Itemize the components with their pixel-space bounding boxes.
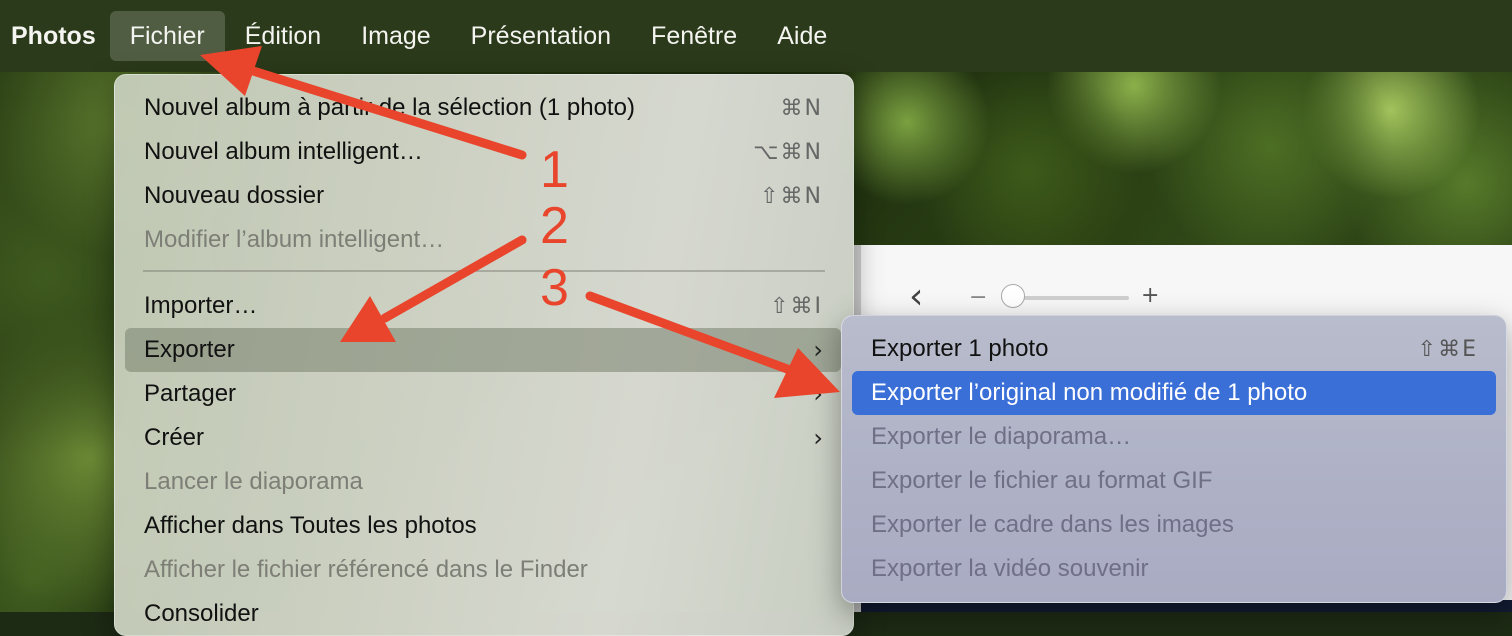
exporter-submenu: Exporter 1 photo ⇧⌘E Exporter l’original… [841,315,1507,603]
menu-presentation[interactable]: Présentation [451,11,631,61]
menu-item-partager[interactable]: Partager › [125,372,841,416]
menu-item-label: Lancer le diaporama [144,468,363,495]
menu-item-label: Exporter [144,336,235,363]
menu-app-photos[interactable]: Photos [0,11,110,61]
zoom-slider-thumb[interactable] [1001,284,1025,308]
menu-item-lancer-diaporama: Lancer le diaporama [125,460,841,504]
menu-item-nouveau-dossier[interactable]: Nouveau dossier ⇧⌘N [125,174,841,218]
shortcut-text: ⇧⌘E [1417,336,1478,362]
menu-item-consolider[interactable]: Consolider [125,592,841,636]
fichier-menu: Nouvel album à partir de la sélection (1… [114,74,854,636]
menu-bar: Photos Fichier Édition Image Présentatio… [0,0,1512,72]
submenu-item-exporter-video-souvenir: Exporter la vidéo souvenir [852,547,1496,591]
submenu-item-exporter-original[interactable]: Exporter l’original non modifié de 1 pho… [852,371,1496,415]
menu-item-label: Exporter l’original non modifié de 1 pho… [871,379,1308,406]
zoom-out-icon[interactable]: − [969,285,987,310]
menu-item-label: Modifier l’album intelligent… [144,226,445,253]
menu-item-label: Afficher le fichier référencé dans le Fi… [144,556,588,583]
menu-item-modifier-album-intelligent: Modifier l’album intelligent… [125,218,841,262]
submenu-item-exporter-photo[interactable]: Exporter 1 photo ⇧⌘E [852,327,1496,371]
menu-item-label: Exporter le fichier au format GIF [871,467,1213,494]
submenu-item-exporter-diaporama: Exporter le diaporama… [852,415,1496,459]
menu-fenetre[interactable]: Fenêtre [631,11,757,61]
menu-image[interactable]: Image [341,11,450,61]
menu-item-nouvel-album-selection[interactable]: Nouvel album à partir de la sélection (1… [125,86,841,130]
back-chevron-icon[interactable]: ‹ [909,279,923,315]
menu-item-label: Nouvel album à partir de la sélection (1… [144,94,635,121]
chevron-right-icon: › [813,336,823,364]
submenu-item-exporter-cadre: Exporter le cadre dans les images [852,503,1496,547]
annotation-number-3: 3 [540,259,569,317]
menu-item-label: Partager [144,380,237,407]
menu-item-nouvel-album-intelligent[interactable]: Nouvel album intelligent… ⌥⌘N [125,130,841,174]
menu-item-label: Nouveau dossier [144,182,325,209]
zoom-in-icon[interactable]: + [1141,283,1159,308]
menu-edition[interactable]: Édition [225,11,341,61]
menu-item-creer[interactable]: Créer › [125,416,841,460]
annotation-number-1: 1 [540,141,569,199]
menu-item-label: Consolider [144,600,259,627]
chevron-right-icon: › [813,380,823,408]
menu-fichier[interactable]: Fichier [109,11,225,61]
menu-item-label: Créer [144,424,205,451]
submenu-item-exporter-gif: Exporter le fichier au format GIF [852,459,1496,503]
menu-item-label: Exporter la vidéo souvenir [871,555,1149,582]
shortcut-text: ⇧⌘N [760,183,823,209]
menu-item-label: Importer… [144,292,258,319]
menu-item-afficher-toutes-photos[interactable]: Afficher dans Toutes les photos [125,504,841,548]
menu-separator [143,270,825,272]
menu-item-label: Nouvel album intelligent… [144,138,423,165]
menu-item-label: Exporter le diaporama… [871,423,1132,450]
menu-item-label: Exporter le cadre dans les images [871,511,1234,538]
menu-item-label: Afficher dans Toutes les photos [144,512,477,539]
shortcut-text: ⌥⌘N [753,139,823,165]
shortcut-text: ⇧⌘I [770,293,823,319]
chevron-right-icon: › [813,424,823,452]
annotation-number-2: 2 [540,197,569,255]
menu-aide[interactable]: Aide [757,11,847,61]
menu-item-afficher-fichier-finder: Afficher le fichier référencé dans le Fi… [125,548,841,592]
shortcut-text: ⌘N [780,95,823,121]
menu-item-importer[interactable]: Importer… ⇧⌘I [125,284,841,328]
menu-item-label: Exporter 1 photo [871,335,1049,362]
menu-item-exporter[interactable]: Exporter › [125,328,841,372]
